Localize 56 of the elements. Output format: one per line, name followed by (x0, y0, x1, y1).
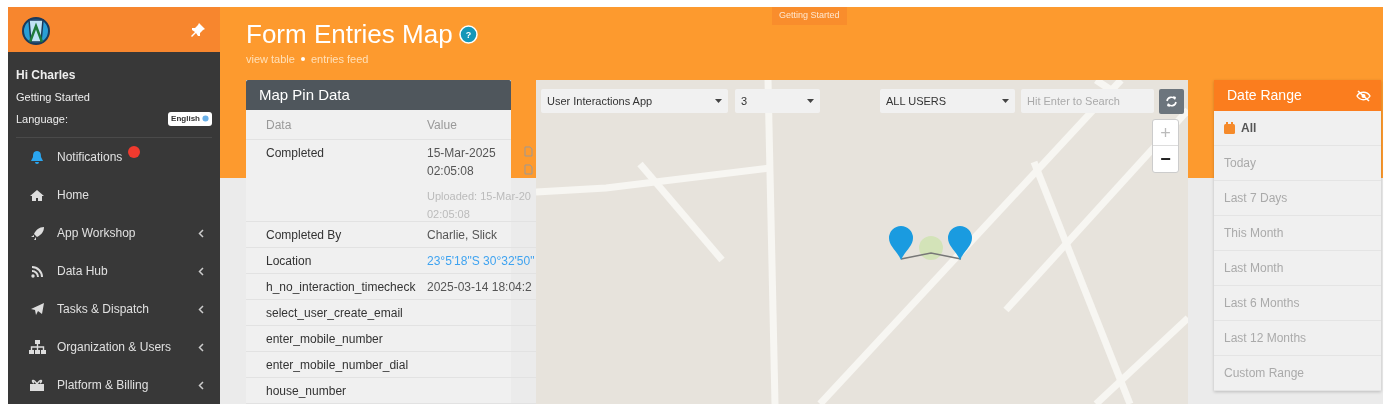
users-dropdown[interactable]: ALL USERS (880, 89, 1015, 113)
language-label: Language: (16, 111, 68, 127)
menu-item[interactable]: Tasks & Dispatch (8, 290, 220, 328)
date-range-option[interactable]: All (1214, 111, 1381, 146)
eye-slash-icon[interactable] (1356, 89, 1371, 102)
menu-item[interactable]: Home (8, 176, 220, 214)
home-icon (29, 188, 45, 202)
field-label: Completed By (265, 226, 343, 244)
help-icon[interactable]: ? (458, 24, 478, 44)
caret-icon (1002, 99, 1009, 103)
map[interactable]: User Interactions App 3 ALL USERS Hit Enter to Search + − (536, 80, 1188, 404)
globe-icon (202, 115, 209, 123)
field-value: Charlie, Slick (427, 226, 498, 244)
column-header: Value (427, 116, 457, 134)
zoom-out-button[interactable]: − (1153, 146, 1178, 172)
sitemap-icon (28, 340, 46, 354)
refresh-icon (1165, 95, 1178, 108)
map-pin[interactable] (947, 225, 973, 260)
rss-icon (30, 264, 44, 278)
field-label: Location (265, 252, 313, 270)
menu-item[interactable]: Data Hub (8, 252, 220, 290)
pin-connector-line (900, 252, 962, 260)
field-label: enter_mobile_number (265, 330, 384, 348)
calendar-icon (1224, 122, 1235, 134)
field-label: house_number (265, 382, 348, 400)
field-value: 02:05:08 (427, 163, 474, 180)
count-dropdown[interactable]: 3 (735, 89, 820, 113)
search-field[interactable]: Hit Enter to Search (1021, 89, 1154, 113)
field-label: Completed (265, 145, 326, 162)
field-value: 2025-03-14 18:04:2 (427, 278, 532, 296)
gifts-icon (29, 378, 45, 392)
field-label: enter_mobile_number_dial (265, 356, 410, 374)
refresh-button[interactable] (1159, 89, 1184, 114)
menu-item[interactable]: Organization & Users (8, 328, 220, 366)
column-header: Data (265, 116, 293, 134)
caret-icon (715, 99, 722, 103)
bell-icon (30, 149, 44, 165)
caret-icon (807, 99, 814, 103)
card-header: Map Pin Data (246, 80, 511, 110)
panel-title: Date Range (1227, 86, 1302, 105)
field-label: select_user_create_email (265, 304, 404, 322)
app-dropdown[interactable]: User Interactions App (541, 89, 728, 113)
menu-item[interactable]: Notifications (8, 138, 220, 176)
menu-item[interactable]: Platform & Billing (8, 366, 220, 404)
language-selector[interactable]: English (168, 111, 212, 126)
rocket-icon (29, 225, 45, 241)
map-pin[interactable] (888, 225, 914, 260)
paper-plane-icon (29, 302, 45, 316)
menu-item[interactable]: App Workshop (8, 214, 220, 252)
field-value: 15-Mar-2025 (427, 145, 496, 162)
park-area-drawing (918, 235, 944, 261)
user-subtitle: Getting Started (16, 90, 91, 105)
user-greeting: Hi Charles (16, 67, 77, 84)
page-title: Form Entries Map (246, 19, 453, 49)
field-label: h_no_interaction_timecheck (265, 278, 417, 296)
pin-icon[interactable] (190, 21, 206, 38)
